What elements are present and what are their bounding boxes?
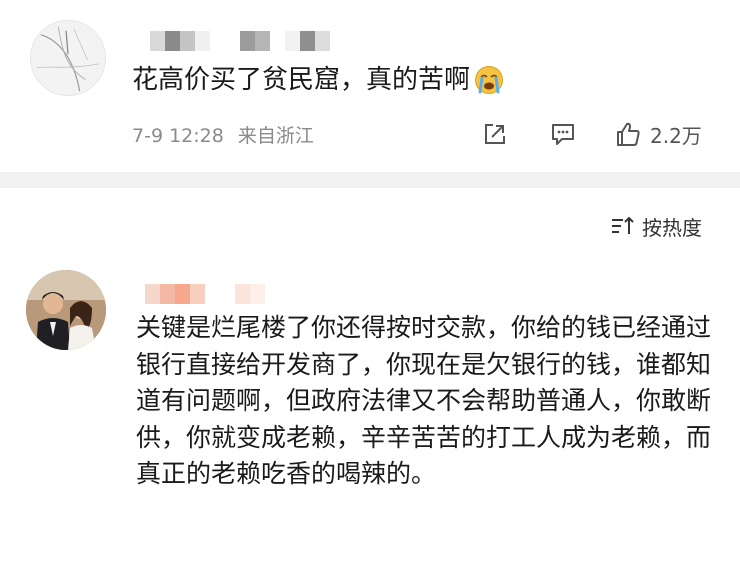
section-divider	[0, 172, 740, 188]
post-card: 花高价买了贫民窟，真的苦啊 7-9 12:28 来自浙江 2.2万	[0, 0, 740, 172]
crying-emoji-icon	[475, 66, 504, 94]
post-location: 来自浙江	[237, 125, 314, 147]
post-meta: 7-9 12:28 来自浙江	[132, 121, 314, 148]
poster-avatar[interactable]	[30, 20, 106, 96]
comment-button[interactable]	[549, 120, 577, 148]
sort-label: 按热度	[642, 215, 702, 240]
sort-icon	[612, 216, 634, 234]
share-icon	[485, 124, 505, 144]
commenter-avatar[interactable]	[26, 270, 106, 350]
thumbs-up-icon	[617, 122, 640, 146]
avatar-photo-image	[26, 270, 106, 350]
commenter-username-blurred[interactable]	[130, 284, 265, 304]
sort-by-hot-button[interactable]: 按热度	[610, 212, 702, 240]
username-blurred[interactable]	[150, 31, 330, 51]
like-button[interactable]: 2.2万	[614, 120, 702, 148]
like-count: 2.2万	[650, 123, 702, 148]
share-button[interactable]	[481, 120, 509, 148]
avatar-sketch-image	[31, 21, 105, 95]
comment-icon	[552, 124, 574, 145]
post-time: 7-9 12:28	[132, 125, 224, 147]
post-text: 花高价买了贫民窟，真的苦啊	[132, 65, 471, 95]
comment-text: 关键是烂尾楼了你还得按时交款，你给的钱已经通过银行直接给开发商了，你现在是欠银行…	[136, 313, 712, 488]
post-text-row: 花高价买了贫民窟，真的苦啊	[132, 62, 504, 98]
